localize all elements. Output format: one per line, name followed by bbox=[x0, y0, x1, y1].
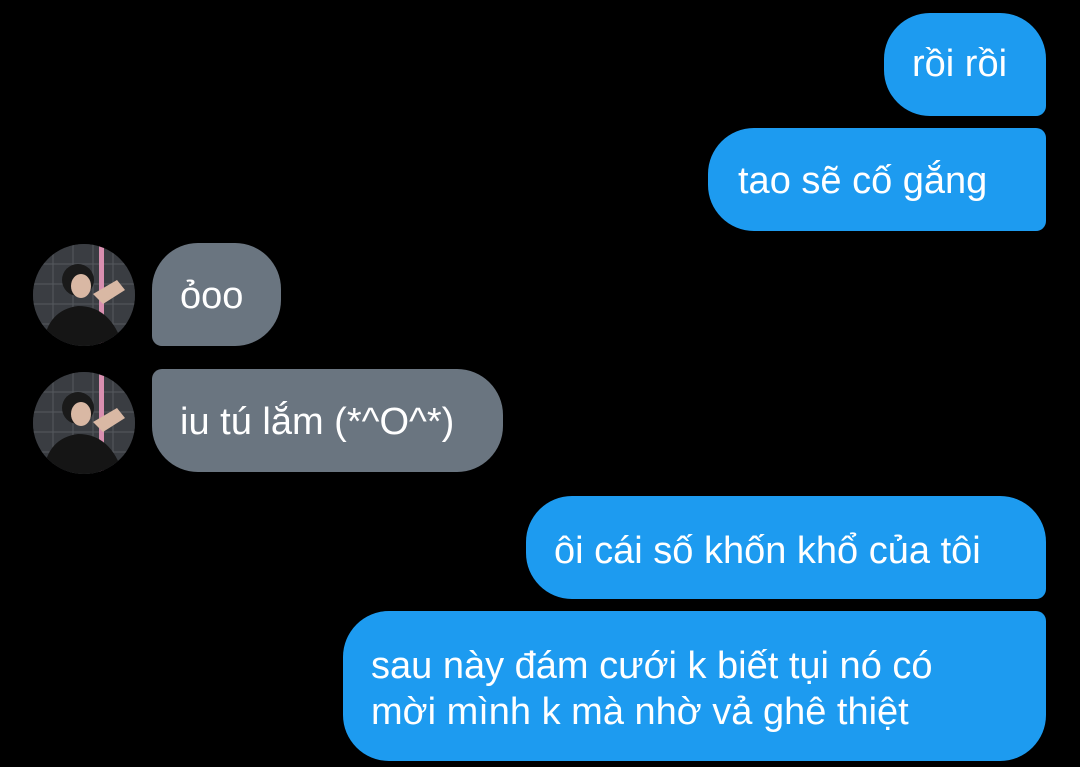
chat-thread: rồi rồi tao sẽ cố gắng ỏoo iu tú lắm (*^… bbox=[0, 0, 1080, 767]
message-text: iu tú lắm (*^O^*) bbox=[180, 401, 455, 443]
message-text: ỏoo bbox=[180, 275, 244, 317]
message-bubble-incoming[interactable]: iu tú lắm (*^O^*) bbox=[152, 369, 503, 472]
message-bubble-outgoing[interactable]: rồi rồi bbox=[884, 13, 1046, 116]
avatar-photo-icon bbox=[33, 372, 135, 474]
message-bubble-outgoing[interactable]: tao sẽ cố gắng bbox=[708, 128, 1046, 231]
message-bubble-outgoing[interactable]: ôi cái số khốn khổ của tôi bbox=[526, 496, 1046, 599]
avatar-photo-icon bbox=[33, 244, 135, 346]
message-bubble-outgoing[interactable]: sau này đám cưới k biết tụi nó có mời mì… bbox=[343, 611, 1046, 761]
message-text-line: mời mình k mà nhờ vả ghê thiệt bbox=[371, 691, 909, 733]
message-text: rồi rồi bbox=[912, 43, 1008, 85]
user-avatar[interactable] bbox=[33, 244, 135, 346]
message-text: tao sẽ cố gắng bbox=[738, 160, 988, 202]
user-avatar[interactable] bbox=[33, 372, 135, 474]
message-bubble-incoming[interactable]: ỏoo bbox=[152, 243, 281, 346]
message-text-line: sau này đám cưới k biết tụi nó có bbox=[371, 645, 933, 687]
message-text: ôi cái số khốn khổ của tôi bbox=[554, 530, 981, 572]
